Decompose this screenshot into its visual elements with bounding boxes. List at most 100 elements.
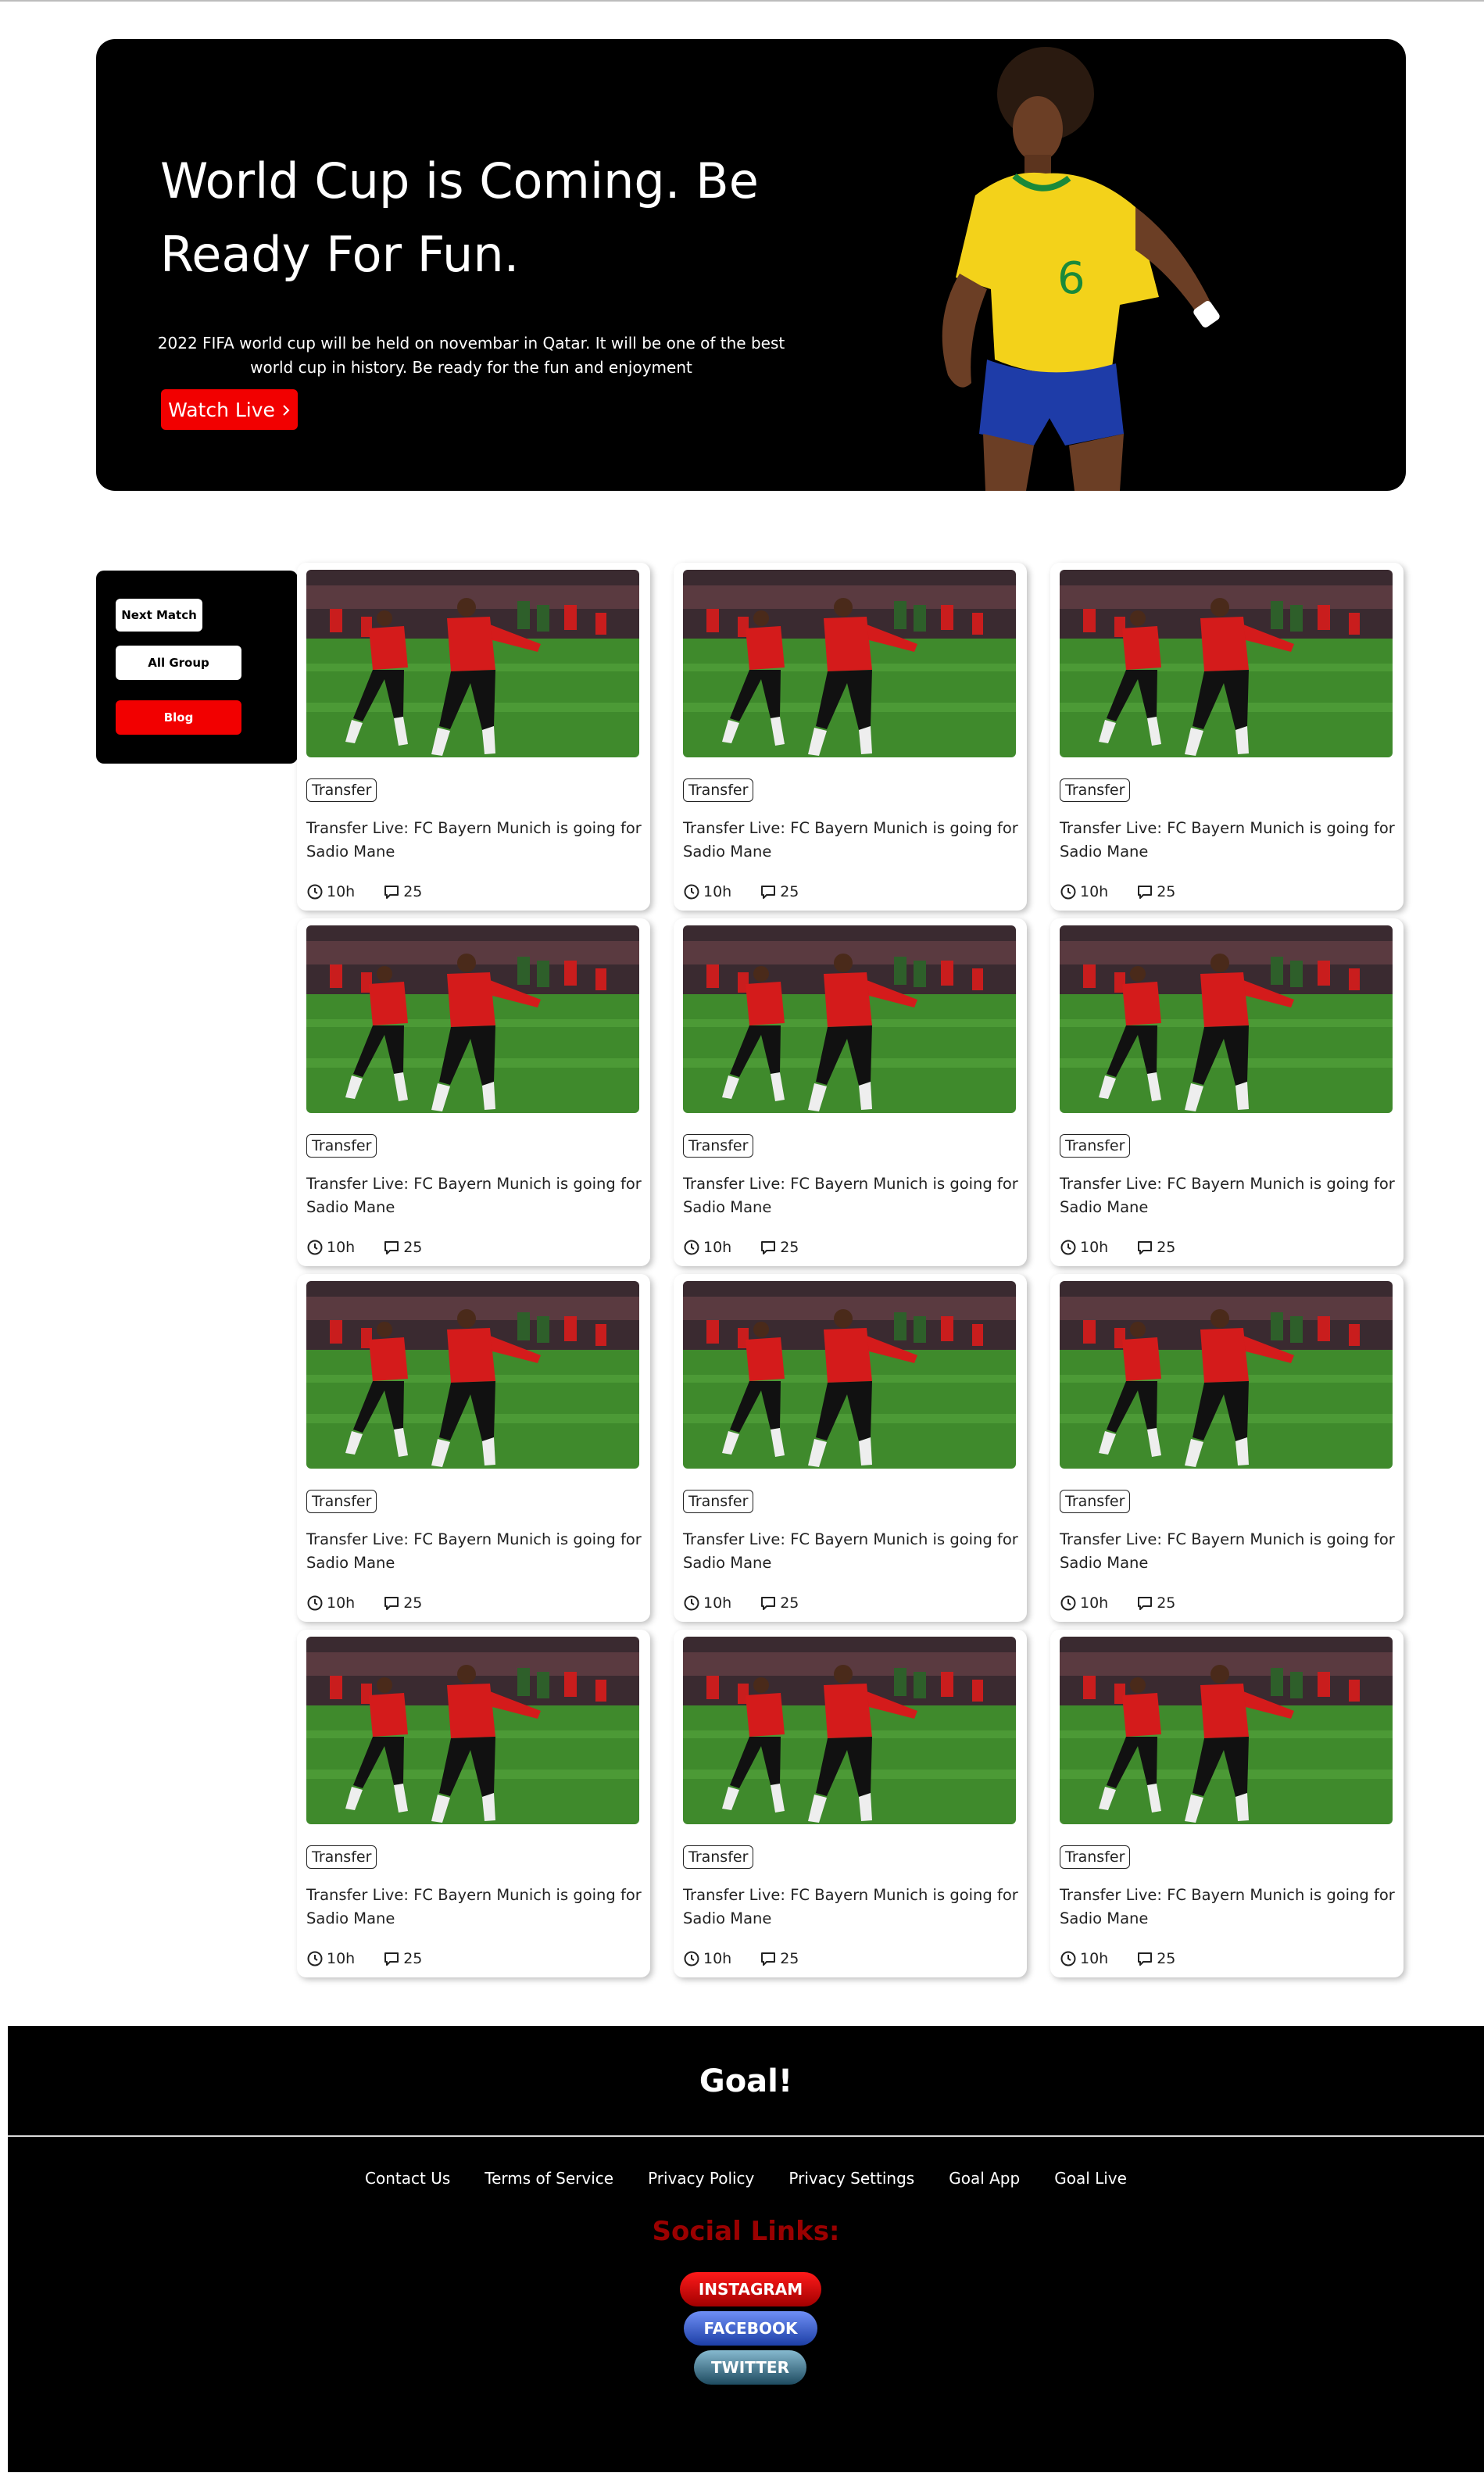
news-card[interactable]: Transfer Transfer Live: FC Bayern Munich…	[297, 918, 650, 1266]
news-card-meta: 10h 25	[306, 1950, 422, 1967]
footer-logo[interactable]: Goal!	[8, 2063, 1484, 2099]
clock-icon	[1060, 1240, 1076, 1255]
news-card-tag[interactable]: Transfer	[683, 1490, 754, 1513]
comments-meta[interactable]: 25	[1136, 883, 1175, 900]
time-label: 10h	[1080, 883, 1109, 900]
comments-meta[interactable]: 25	[383, 1239, 422, 1256]
footer-link-terms[interactable]: Terms of Service	[485, 2169, 613, 2188]
news-card[interactable]: Transfer Transfer Live: FC Bayern Munich…	[674, 918, 1027, 1266]
news-card-tag[interactable]: Transfer	[1060, 1845, 1131, 1869]
footer-links: Contact Us Terms of Service Privacy Poli…	[8, 2169, 1484, 2188]
clock-icon	[1060, 1951, 1076, 1966]
time-meta: 10h	[306, 1950, 355, 1967]
comment-icon	[384, 886, 399, 899]
news-card[interactable]: Transfer Transfer Live: FC Bayern Munich…	[1050, 1630, 1404, 1977]
news-card-title[interactable]: Transfer Live: FC Bayern Munich is going…	[683, 1884, 1019, 1931]
footer-link-privacy-settings[interactable]: Privacy Settings	[788, 2169, 914, 2188]
news-card-tag[interactable]: Transfer	[1060, 1490, 1131, 1513]
news-card[interactable]: Transfer Transfer Live: FC Bayern Munich…	[674, 1274, 1027, 1622]
news-card-tag[interactable]: Transfer	[683, 1134, 754, 1158]
time-label: 10h	[327, 883, 356, 900]
sidebar-item-next-match[interactable]: Next Match	[116, 599, 202, 632]
news-card-meta: 10h 25	[1060, 1239, 1175, 1256]
time-meta: 10h	[683, 1594, 731, 1612]
news-card-meta: 10h 25	[1060, 1594, 1175, 1612]
time-label: 10h	[1080, 1594, 1109, 1612]
news-card-title[interactable]: Transfer Live: FC Bayern Munich is going…	[306, 817, 642, 864]
clock-icon	[684, 1951, 699, 1966]
footer-link-privacy-policy[interactable]: Privacy Policy	[648, 2169, 754, 2188]
news-card[interactable]: Transfer Transfer Live: FC Bayern Munich…	[1050, 918, 1404, 1266]
comments-meta[interactable]: 25	[760, 1239, 799, 1256]
news-card-image	[1060, 1281, 1393, 1469]
sidebar-item-all-group[interactable]: All Group	[116, 646, 241, 680]
instagram-button[interactable]: INSTAGRAM	[680, 2272, 821, 2306]
comments-meta[interactable]: 25	[760, 1950, 799, 1967]
news-card-meta: 10h 25	[306, 1594, 422, 1612]
news-card-tag[interactable]: Transfer	[1060, 1134, 1131, 1158]
footer-link-contact-us[interactable]: Contact Us	[365, 2169, 450, 2188]
facebook-button[interactable]: FACEBOOK	[684, 2311, 817, 2346]
hero-description: 2022 FIFA world cup will be held on nove…	[157, 334, 785, 377]
news-card-tag[interactable]: Transfer	[1060, 778, 1131, 802]
news-card-tag[interactable]: Transfer	[683, 1845, 754, 1869]
comments-meta[interactable]: 25	[1136, 1950, 1175, 1967]
news-card-meta: 10h 25	[683, 1950, 799, 1967]
news-card-title[interactable]: Transfer Live: FC Bayern Munich is going…	[683, 817, 1019, 864]
sidebar-item-blog[interactable]: Blog	[116, 700, 241, 735]
twitter-button[interactable]: TWITTER	[694, 2350, 806, 2385]
comments-count: 25	[1157, 1594, 1176, 1612]
news-card-image	[306, 570, 639, 757]
news-card[interactable]: Transfer Transfer Live: FC Bayern Munich…	[297, 563, 650, 911]
comments-meta[interactable]: 25	[1136, 1239, 1175, 1256]
comment-icon	[1138, 1952, 1153, 1966]
comments-count: 25	[780, 883, 799, 900]
news-card-tag[interactable]: Transfer	[306, 778, 377, 802]
comments-count: 25	[403, 1239, 423, 1256]
comments-meta[interactable]: 25	[760, 883, 799, 900]
news-card-tag[interactable]: Transfer	[306, 1490, 377, 1513]
news-card[interactable]: Transfer Transfer Live: FC Bayern Munich…	[674, 1630, 1027, 1977]
news-card-title[interactable]: Transfer Live: FC Bayern Munich is going…	[306, 1884, 642, 1931]
time-label: 10h	[703, 1950, 732, 1967]
news-card-image	[1060, 1637, 1393, 1824]
comment-icon	[761, 1597, 776, 1610]
news-card[interactable]: Transfer Transfer Live: FC Bayern Munich…	[1050, 1274, 1404, 1622]
news-card-tag[interactable]: Transfer	[306, 1134, 377, 1158]
clock-icon	[307, 1951, 323, 1966]
news-card-title[interactable]: Transfer Live: FC Bayern Munich is going…	[1060, 1172, 1396, 1219]
time-label: 10h	[703, 883, 732, 900]
comments-meta[interactable]: 25	[1136, 1594, 1175, 1612]
time-label: 10h	[327, 1950, 356, 1967]
news-card-title[interactable]: Transfer Live: FC Bayern Munich is going…	[1060, 1528, 1396, 1575]
time-label: 10h	[327, 1239, 356, 1256]
news-card-title[interactable]: Transfer Live: FC Bayern Munich is going…	[1060, 1884, 1396, 1931]
comments-meta[interactable]: 25	[760, 1594, 799, 1612]
news-card-tag[interactable]: Transfer	[306, 1845, 377, 1869]
news-card-title[interactable]: Transfer Live: FC Bayern Munich is going…	[1060, 817, 1396, 864]
sidebar-menu: Next Match All Group Blog	[96, 571, 298, 764]
footer-link-goal-live[interactable]: Goal Live	[1054, 2169, 1127, 2188]
news-card[interactable]: Transfer Transfer Live: FC Bayern Munich…	[674, 563, 1027, 911]
news-card[interactable]: Transfer Transfer Live: FC Bayern Munich…	[297, 1630, 650, 1977]
news-card-title[interactable]: Transfer Live: FC Bayern Munich is going…	[683, 1528, 1019, 1575]
news-card-title[interactable]: Transfer Live: FC Bayern Munich is going…	[683, 1172, 1019, 1219]
news-card-meta: 10h 25	[683, 883, 799, 900]
time-label: 10h	[703, 1594, 732, 1612]
news-card-tag[interactable]: Transfer	[683, 778, 754, 802]
footer-divider	[8, 2135, 1484, 2137]
footer-link-goal-app[interactable]: Goal App	[949, 2169, 1020, 2188]
clock-icon	[1060, 1595, 1076, 1611]
time-meta: 10h	[306, 1594, 355, 1612]
news-card-title[interactable]: Transfer Live: FC Bayern Munich is going…	[306, 1172, 642, 1219]
news-card[interactable]: Transfer Transfer Live: FC Bayern Munich…	[1050, 563, 1404, 911]
comments-count: 25	[780, 1594, 799, 1612]
comments-meta[interactable]: 25	[383, 883, 422, 900]
news-card[interactable]: Transfer Transfer Live: FC Bayern Munich…	[297, 1274, 650, 1622]
comments-meta[interactable]: 25	[383, 1594, 422, 1612]
comments-meta[interactable]: 25	[383, 1950, 422, 1967]
watch-live-button[interactable]: Watch Live	[161, 389, 298, 430]
news-card-title[interactable]: Transfer Live: FC Bayern Munich is going…	[306, 1528, 642, 1575]
time-meta: 10h	[306, 1239, 355, 1256]
top-border	[0, 0, 1484, 2]
